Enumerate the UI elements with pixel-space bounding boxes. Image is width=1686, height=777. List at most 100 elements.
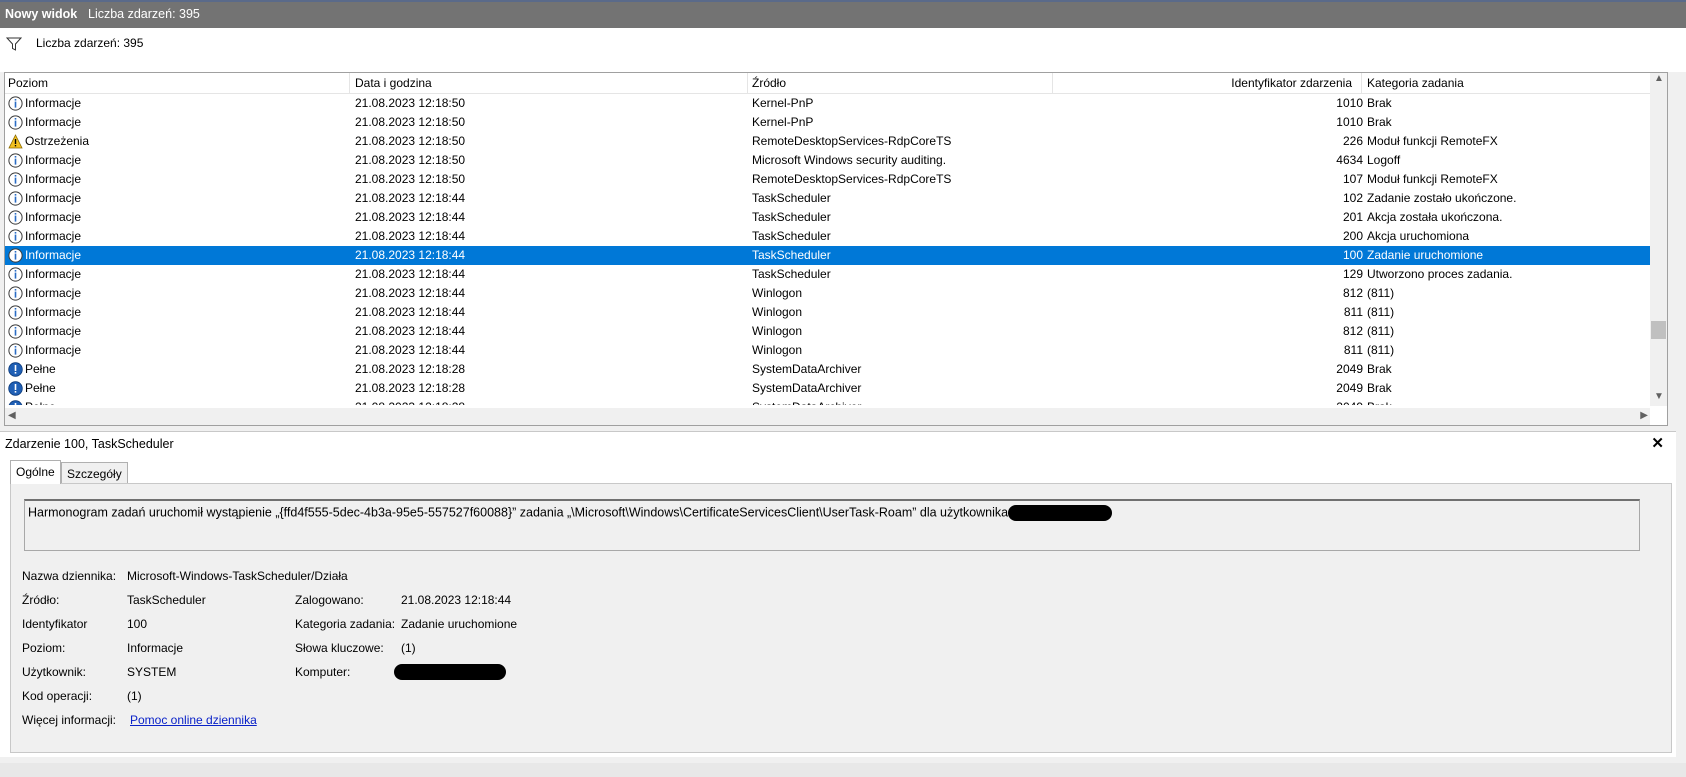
value-source[interactable]: TaskScheduler: [127, 593, 206, 607]
info-icon: [8, 210, 23, 225]
cell-level: Informacje: [25, 229, 82, 243]
cell-source: Winlogon: [752, 324, 803, 338]
column-header-source[interactable]: Źródło: [752, 76, 786, 90]
table-row[interactable]: Informacje 21.08.2023 12:18:44 TaskSchedul…: [5, 265, 1665, 284]
cell-event-id: 1010: [1336, 115, 1363, 129]
table-row[interactable]: Informacje 21.08.2023 12:18:50 Kernel-PnP 1…: [5, 113, 1665, 132]
column-separator[interactable]: [1052, 73, 1053, 93]
cell-task-category: (811): [1367, 343, 1395, 357]
table-row[interactable]: Informacje 21.08.2023 12:18:44 TaskSchedul…: [5, 189, 1665, 208]
filter-bar: Liczba zdarzeń: 395: [0, 28, 1686, 72]
cell-level: Informacje: [25, 343, 82, 357]
value-user[interactable]: SYSTEM: [127, 665, 176, 679]
cell-event-id: 107: [1342, 172, 1363, 186]
verbose-icon: [8, 400, 23, 405]
column-separator[interactable]: [747, 73, 748, 93]
table-row-selected[interactable]: Informacje 21.08.2023 12:18:44 TaskSchedul…: [5, 246, 1665, 265]
cell-level: Pełne: [25, 362, 56, 376]
value-task-category[interactable]: Zadanie uruchomione: [401, 617, 517, 631]
label-logged: Zalogowano:: [295, 593, 364, 607]
cell-source: Microsoft Windows security auditing.: [752, 153, 947, 167]
cell-level: Informacje: [25, 267, 82, 281]
table-row[interactable]: Ostrzeżenia 21.08.2023 12:18:50 RemoteDesk…: [5, 132, 1665, 151]
cell-event-id: 200: [1342, 229, 1363, 243]
table-row[interactable]: Pełne 21.08.2023 12:18:28 SystemDataArchiv…: [5, 379, 1665, 398]
table-row[interactable]: Informacje 21.08.2023 12:18:44 Winlogon 812…: [5, 322, 1665, 341]
cell-event-id: 4634: [1336, 153, 1363, 167]
value-opcode[interactable]: (1): [127, 689, 142, 703]
cell-task-category: Brak: [1367, 115, 1392, 129]
cell-level: Pełne: [25, 381, 56, 395]
filter-icon[interactable]: [6, 36, 22, 52]
column-header-date[interactable]: Data i godzina: [355, 76, 432, 90]
column-header-event-id[interactable]: Identyfikator zdarzenia: [1231, 76, 1352, 90]
table-row[interactable]: Pełne 21.08.2023 12:18:28 SystemDataArchiv…: [5, 398, 1665, 405]
value-logged[interactable]: 21.08.2023 12:18:44: [401, 593, 511, 607]
scroll-thumb[interactable]: [1651, 321, 1666, 339]
label-task-category: Kategoria zadania:: [295, 617, 396, 631]
cell-task-category: Logoff: [1367, 153, 1401, 167]
column-separator[interactable]: [349, 73, 350, 93]
value-event-id[interactable]: 100: [127, 617, 147, 631]
cell-source: Winlogon: [752, 305, 803, 319]
cell-source: Winlogon: [752, 343, 803, 357]
scroll-up-arrow-icon[interactable]: ▲: [1654, 73, 1664, 84]
cell-date: 21.08.2023 12:18:44: [355, 191, 466, 205]
cell-event-id: 1010: [1336, 96, 1363, 110]
column-separator[interactable]: [1361, 73, 1362, 93]
cell-task-category: (811): [1367, 286, 1395, 300]
value-level[interactable]: Informacje: [127, 641, 183, 655]
cell-event-id: 2049: [1336, 362, 1363, 376]
events-table: Poziom Data i godzina Źródło Identyfikat…: [4, 72, 1668, 426]
cell-level: Informacje: [25, 115, 82, 129]
cell-source: Kernel-PnP: [752, 115, 814, 129]
scroll-left-arrow-icon[interactable]: ◀: [8, 410, 16, 421]
table-row[interactable]: Informacje 21.08.2023 12:18:44 Winlogon 811…: [5, 341, 1665, 360]
cell-level: Pełne: [25, 400, 56, 405]
cell-task-category: (811): [1367, 324, 1395, 338]
scroll-right-arrow-icon[interactable]: ▶: [1640, 410, 1648, 421]
tab-details[interactable]: Szczegóły: [61, 462, 128, 484]
table-row[interactable]: Informacje 21.08.2023 12:18:44 Winlogon 811…: [5, 303, 1665, 322]
online-help-link[interactable]: Pomoc online dziennika: [130, 713, 257, 727]
cell-source: SystemDataArchiver: [752, 400, 861, 405]
table-row[interactable]: Informacje 21.08.2023 12:18:50 RemoteDeskt…: [5, 170, 1665, 189]
horizontal-scrollbar[interactable]: ◀ ▶: [5, 408, 1650, 425]
cell-event-id: 812: [1342, 286, 1363, 300]
value-log-name[interactable]: Microsoft-Windows-TaskScheduler/Działa: [127, 569, 348, 583]
label-level: Poziom:: [22, 641, 66, 655]
close-icon[interactable]: ✕: [1651, 434, 1664, 452]
cell-task-category: Moduł funkcji RemoteFX: [1367, 172, 1498, 186]
info-icon: [8, 324, 23, 339]
table-row[interactable]: Informacje 21.08.2023 12:18:44 TaskSchedul…: [5, 227, 1665, 246]
info-icon: [8, 229, 23, 244]
table-header: Poziom Data i godzina Źródło Identyfikat…: [5, 73, 1650, 94]
cell-date: 21.08.2023 12:18:50: [355, 115, 466, 129]
value-keywords[interactable]: (1): [401, 641, 416, 655]
cell-source: Winlogon: [752, 286, 803, 300]
table-row[interactable]: Informacje 21.08.2023 12:18:44 TaskSchedul…: [5, 208, 1665, 227]
column-header-level[interactable]: Poziom: [8, 76, 48, 90]
view-title-bar: Nowy widok Liczba zdarzeń: 395: [0, 0, 1686, 28]
table-rows: Informacje 21.08.2023 12:18:50 Kernel-PnP 1…: [5, 94, 1665, 405]
event-description-box[interactable]: Harmonogram zadań uruchomił wystąpienie …: [24, 499, 1640, 551]
cell-source: TaskScheduler: [752, 229, 831, 243]
label-opcode: Kod operacji:: [22, 689, 93, 703]
table-row[interactable]: Informacje 21.08.2023 12:18:50 Microsoft W…: [5, 151, 1665, 170]
cell-source: Kernel-PnP: [752, 96, 814, 110]
column-header-task-category[interactable]: Kategoria zadania: [1367, 76, 1464, 90]
table-row[interactable]: Informacje 21.08.2023 12:18:44 Winlogon 812…: [5, 284, 1665, 303]
cell-source: RemoteDesktopServices-RdpCoreTS: [752, 172, 952, 186]
table-row[interactable]: Pełne 21.08.2023 12:18:28 SystemDataArchiv…: [5, 360, 1665, 379]
scroll-down-arrow-icon[interactable]: ▼: [1654, 391, 1664, 402]
cell-date: 21.08.2023 12:18:28: [355, 381, 466, 395]
cell-source: TaskScheduler: [752, 267, 831, 281]
view-name: Nowy widok: [5, 7, 78, 21]
info-icon: [8, 96, 23, 111]
tab-general[interactable]: Ogólne: [10, 460, 61, 484]
vertical-scrollbar[interactable]: ▲ ▼: [1650, 73, 1667, 406]
label-log-name: Nazwa dziennika:: [22, 569, 117, 583]
cell-task-category: Brak: [1367, 400, 1392, 405]
table-row[interactable]: Informacje 21.08.2023 12:18:50 Kernel-PnP 1…: [5, 94, 1665, 113]
cell-date: 21.08.2023 12:18:28: [355, 400, 465, 405]
